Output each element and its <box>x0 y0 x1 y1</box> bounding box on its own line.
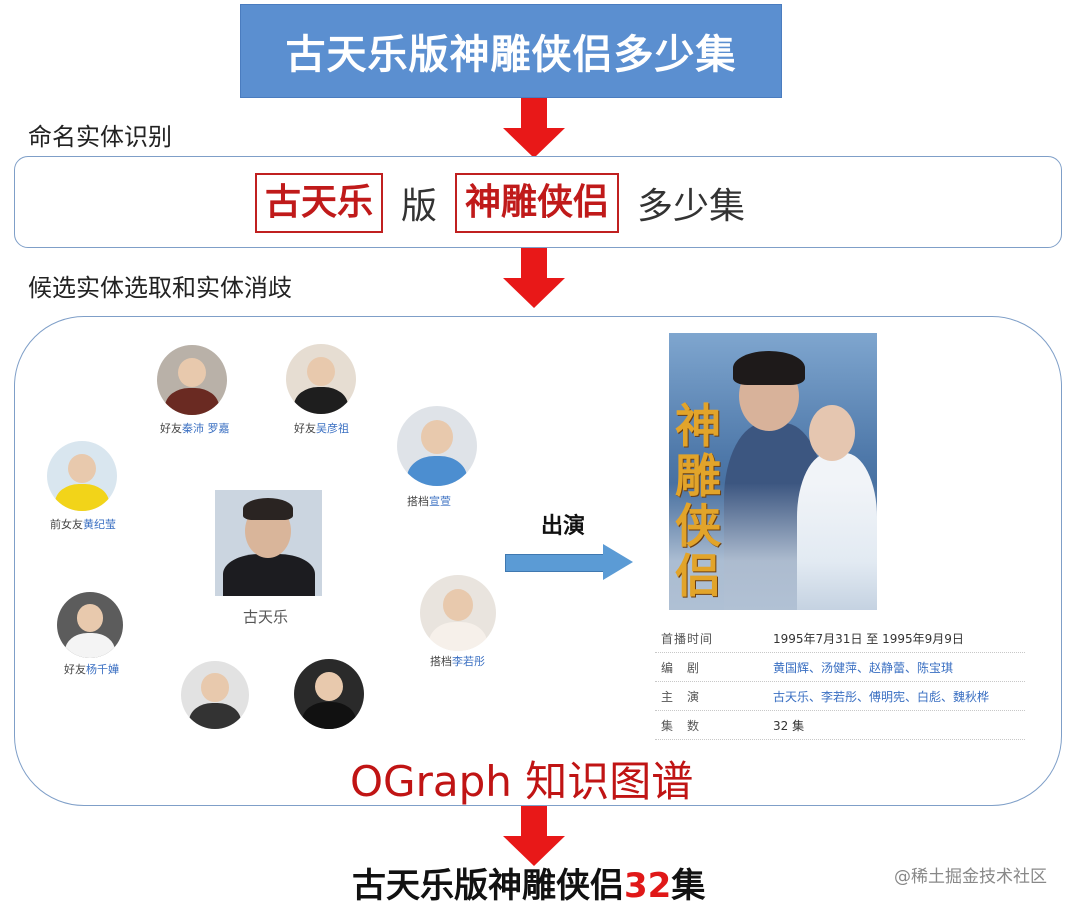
poster-title-char-4: 侣 <box>675 549 721 603</box>
avatar-node-8 <box>294 659 364 729</box>
drama-info-table: 首播时间 1995年7月31日 至 1995年9月9日 编 剧 黄国辉、汤健萍、… <box>655 624 1025 740</box>
final-answer: 古天乐版神雕侠侣32集 <box>352 866 706 906</box>
plain-token-1: 版 <box>401 186 438 227</box>
poster-title-char-2: 雕 <box>675 449 721 503</box>
answer-number: 32 <box>624 866 672 906</box>
watermark: @稀土掘金技术社区 <box>894 867 1047 887</box>
avatar-node-5 <box>57 592 123 658</box>
node-caption-4: 前女友黄纪莹 <box>50 518 116 531</box>
node-caption-3: 搭档宣萱 <box>407 495 451 508</box>
avatar-node-1 <box>157 345 227 415</box>
info-row: 编 剧 黄国辉、汤健萍、赵静蕾、陈宝琪 <box>655 653 1025 682</box>
ner-tokens: 古天乐 版 神雕侠侣 多少集 <box>255 172 745 234</box>
avatar-node-7 <box>181 661 249 729</box>
plain-token-2: 多少集 <box>637 186 746 227</box>
avatar-node-4 <box>47 441 117 511</box>
avatar-node-6 <box>420 575 496 651</box>
node-caption-1: 好友秦沛 罗嘉 <box>160 422 230 435</box>
info-row: 主 演 古天乐、李若彤、傅明宪、白彪、魏秋桦 <box>655 682 1025 711</box>
node-caption-5: 好友杨千嬅 <box>64 663 119 676</box>
entity-token-actor: 古天乐 <box>255 173 384 233</box>
info-row: 首播时间 1995年7月31日 至 1995年9月9日 <box>655 624 1025 653</box>
info-row: 集 数 32 集 <box>655 711 1025 740</box>
step-label-disambiguation: 候选实体选取和实体消歧 <box>28 274 292 302</box>
poster-title-char-1: 神 <box>675 399 721 453</box>
center-entity-photo <box>215 490 322 596</box>
query-text: 古天乐版神雕侠侣多少集 <box>285 32 737 78</box>
down-arrow-2 <box>503 248 565 308</box>
node-caption-2: 好友吴彦祖 <box>294 422 349 435</box>
down-arrow-1 <box>503 98 565 158</box>
relation-label: 出演 <box>541 514 586 539</box>
avatar-node-3 <box>397 406 477 486</box>
query-box: 古天乐版神雕侠侣多少集 <box>240 4 782 98</box>
center-entity-name: 古天乐 <box>243 608 289 626</box>
node-caption-6: 搭档李若彤 <box>430 655 485 668</box>
knowledge-graph-title: OGraph 知识图谱 <box>350 757 694 806</box>
step-label-ner: 命名实体识别 <box>28 123 172 151</box>
drama-poster: 神 雕 侠 侣 <box>669 333 877 610</box>
entity-token-drama: 神雕侠侣 <box>455 173 620 233</box>
avatar-node-2 <box>286 344 356 414</box>
down-arrow-3 <box>503 806 565 866</box>
right-arrow-icon <box>505 544 633 580</box>
poster-title-char-3: 侠 <box>675 499 721 553</box>
